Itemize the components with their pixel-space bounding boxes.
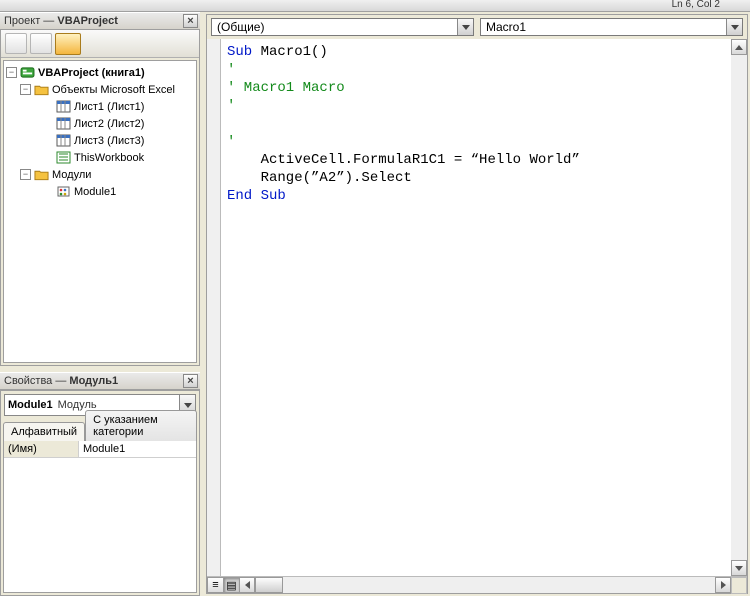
project-panel-close-button[interactable]: × bbox=[183, 14, 198, 28]
tab-categorized[interactable]: С указанием категории bbox=[85, 410, 197, 441]
main-toolbar: Ln 6, Col 2 bbox=[0, 0, 750, 12]
vbaproject-icon bbox=[20, 66, 35, 79]
horizontal-scrollbar[interactable] bbox=[239, 577, 731, 593]
scroll-up-button[interactable] bbox=[731, 39, 747, 55]
procedure-combo-value: Macro1 bbox=[486, 20, 526, 34]
code-kw: End Sub bbox=[227, 188, 286, 204]
dropdown-icon[interactable] bbox=[457, 19, 473, 35]
properties-title-text: Свойства — Модуль1 bbox=[2, 375, 183, 387]
tree-workbook[interactable]: ThisWorkbook bbox=[56, 149, 194, 166]
tree-root[interactable]: − VBAProject (книга1) bbox=[6, 64, 194, 81]
toggle-folders-button[interactable] bbox=[55, 33, 81, 55]
tree-root-label: VBAProject (книга1) bbox=[38, 67, 145, 79]
properties-grid[interactable]: (Имя) Module1 bbox=[3, 440, 197, 593]
project-title-name: VBAProject bbox=[57, 15, 118, 27]
code-kw: Sub bbox=[227, 44, 252, 60]
property-key: (Имя) bbox=[4, 441, 79, 457]
scroll-right-button[interactable] bbox=[715, 577, 731, 593]
left-column: Проект — VBAProject × − VBAProject (книг… bbox=[0, 12, 200, 596]
project-panel: − VBAProject (книга1) − Объекты Microsof… bbox=[0, 30, 200, 366]
expand-icon[interactable]: − bbox=[20, 84, 31, 95]
tree-sheet-label: Лист2 (Лист2) bbox=[74, 118, 144, 130]
scroll-corner bbox=[731, 577, 747, 594]
project-title-prefix: Проект — bbox=[4, 15, 57, 27]
scroll-left-button[interactable] bbox=[239, 577, 255, 593]
expand-icon[interactable]: − bbox=[20, 169, 31, 180]
project-tree[interactable]: − VBAProject (книга1) − Объекты Microsof… bbox=[3, 60, 197, 363]
procedure-view-button[interactable]: ≡ bbox=[207, 577, 224, 593]
properties-panel-close-button[interactable]: × bbox=[183, 374, 198, 388]
right-column: (Общие) Macro1 Sub Macro1() ' ' Macro1 M… bbox=[206, 12, 750, 596]
property-value[interactable]: Module1 bbox=[79, 441, 196, 457]
sheet-icon bbox=[56, 134, 71, 147]
tree-sheet-label: Лист3 (Лист3) bbox=[74, 135, 144, 147]
tree-modules-folder[interactable]: − Модули bbox=[20, 166, 194, 183]
module-icon bbox=[56, 185, 71, 198]
object-combo[interactable]: (Общие) bbox=[211, 18, 474, 36]
expand-icon[interactable]: − bbox=[6, 67, 17, 78]
workbook-icon bbox=[56, 151, 71, 164]
sheet-icon bbox=[56, 100, 71, 113]
sheet-icon bbox=[56, 117, 71, 130]
tree-module-label: Module1 bbox=[74, 186, 116, 198]
code-comment: ' bbox=[227, 62, 235, 78]
tree-module[interactable]: Module1 bbox=[56, 183, 194, 200]
dropdown-icon[interactable] bbox=[726, 19, 742, 35]
procedure-combo[interactable]: Macro1 bbox=[480, 18, 743, 36]
scroll-down-button[interactable] bbox=[731, 560, 747, 576]
scroll-track[interactable] bbox=[283, 577, 715, 593]
main-area: Проект — VBAProject × − VBAProject (книг… bbox=[0, 12, 750, 596]
properties-tabs: Алфавитный С указанием категории bbox=[1, 419, 199, 440]
code-comment: ' Macro1 Macro bbox=[227, 80, 345, 96]
scroll-thumb[interactable] bbox=[255, 577, 283, 593]
tree-workbook-label: ThisWorkbook bbox=[74, 152, 144, 164]
tree-sheet-label: Лист1 (Лист1) bbox=[74, 101, 144, 113]
tree-sheet[interactable]: Лист2 (Лист2) bbox=[56, 115, 194, 132]
full-module-view-button[interactable]: ▤ bbox=[223, 577, 240, 593]
tree-sheet[interactable]: Лист1 (Лист1) bbox=[56, 98, 194, 115]
code-panel: (Общие) Macro1 Sub Macro1() ' ' Macro1 M… bbox=[206, 14, 748, 594]
code-comment: ' bbox=[227, 134, 235, 150]
code-combo-row: (Общие) Macro1 bbox=[207, 15, 747, 39]
code-comment: ' bbox=[227, 98, 235, 114]
properties-panel: Module1 Модуль Алфавитный С указанием ка… bbox=[0, 390, 200, 596]
properties-combo-name: Module1 bbox=[8, 399, 53, 411]
project-toolbar bbox=[1, 30, 199, 58]
view-object-button[interactable] bbox=[30, 33, 52, 54]
tree-sheet[interactable]: Лист3 (Лист3) bbox=[56, 132, 194, 149]
vertical-scrollbar[interactable] bbox=[731, 39, 747, 576]
code-gutter bbox=[207, 39, 221, 576]
code-bottom-bar: ≡ ▤ bbox=[207, 576, 747, 593]
project-panel-title-text: Проект — VBAProject bbox=[2, 15, 183, 27]
project-panel-title: Проект — VBAProject × bbox=[0, 12, 200, 30]
code-line: ActiveCell.FormulaR1C1 = “Hello World” bbox=[227, 152, 580, 168]
tree-objects-label: Объекты Microsoft Excel bbox=[52, 84, 175, 96]
properties-title-name: Модуль1 bbox=[69, 375, 118, 387]
object-combo-value: (Общие) bbox=[217, 20, 264, 34]
tab-alphabetic[interactable]: Алфавитный bbox=[3, 422, 85, 441]
folder-icon bbox=[34, 168, 49, 181]
property-row[interactable]: (Имя) Module1 bbox=[4, 441, 196, 458]
scroll-track[interactable] bbox=[731, 55, 747, 560]
cursor-position: Ln 6, Col 2 bbox=[672, 0, 720, 10]
code-text-frag: Macro1() bbox=[252, 44, 328, 60]
view-code-button[interactable] bbox=[5, 33, 27, 54]
properties-panel-title: Свойства — Модуль1 × bbox=[0, 372, 200, 390]
tree-modules-label: Модули bbox=[52, 169, 91, 181]
code-body: Sub Macro1() ' ' Macro1 Macro ' ' Active… bbox=[207, 39, 747, 576]
tree-objects-folder[interactable]: − Объекты Microsoft Excel bbox=[20, 81, 194, 98]
folder-icon bbox=[34, 83, 49, 96]
code-line: Range(”A2”).Select bbox=[227, 170, 412, 186]
code-editor[interactable]: Sub Macro1() ' ' Macro1 Macro ' ' Active… bbox=[221, 39, 731, 576]
properties-title-prefix: Свойства — bbox=[4, 375, 69, 387]
